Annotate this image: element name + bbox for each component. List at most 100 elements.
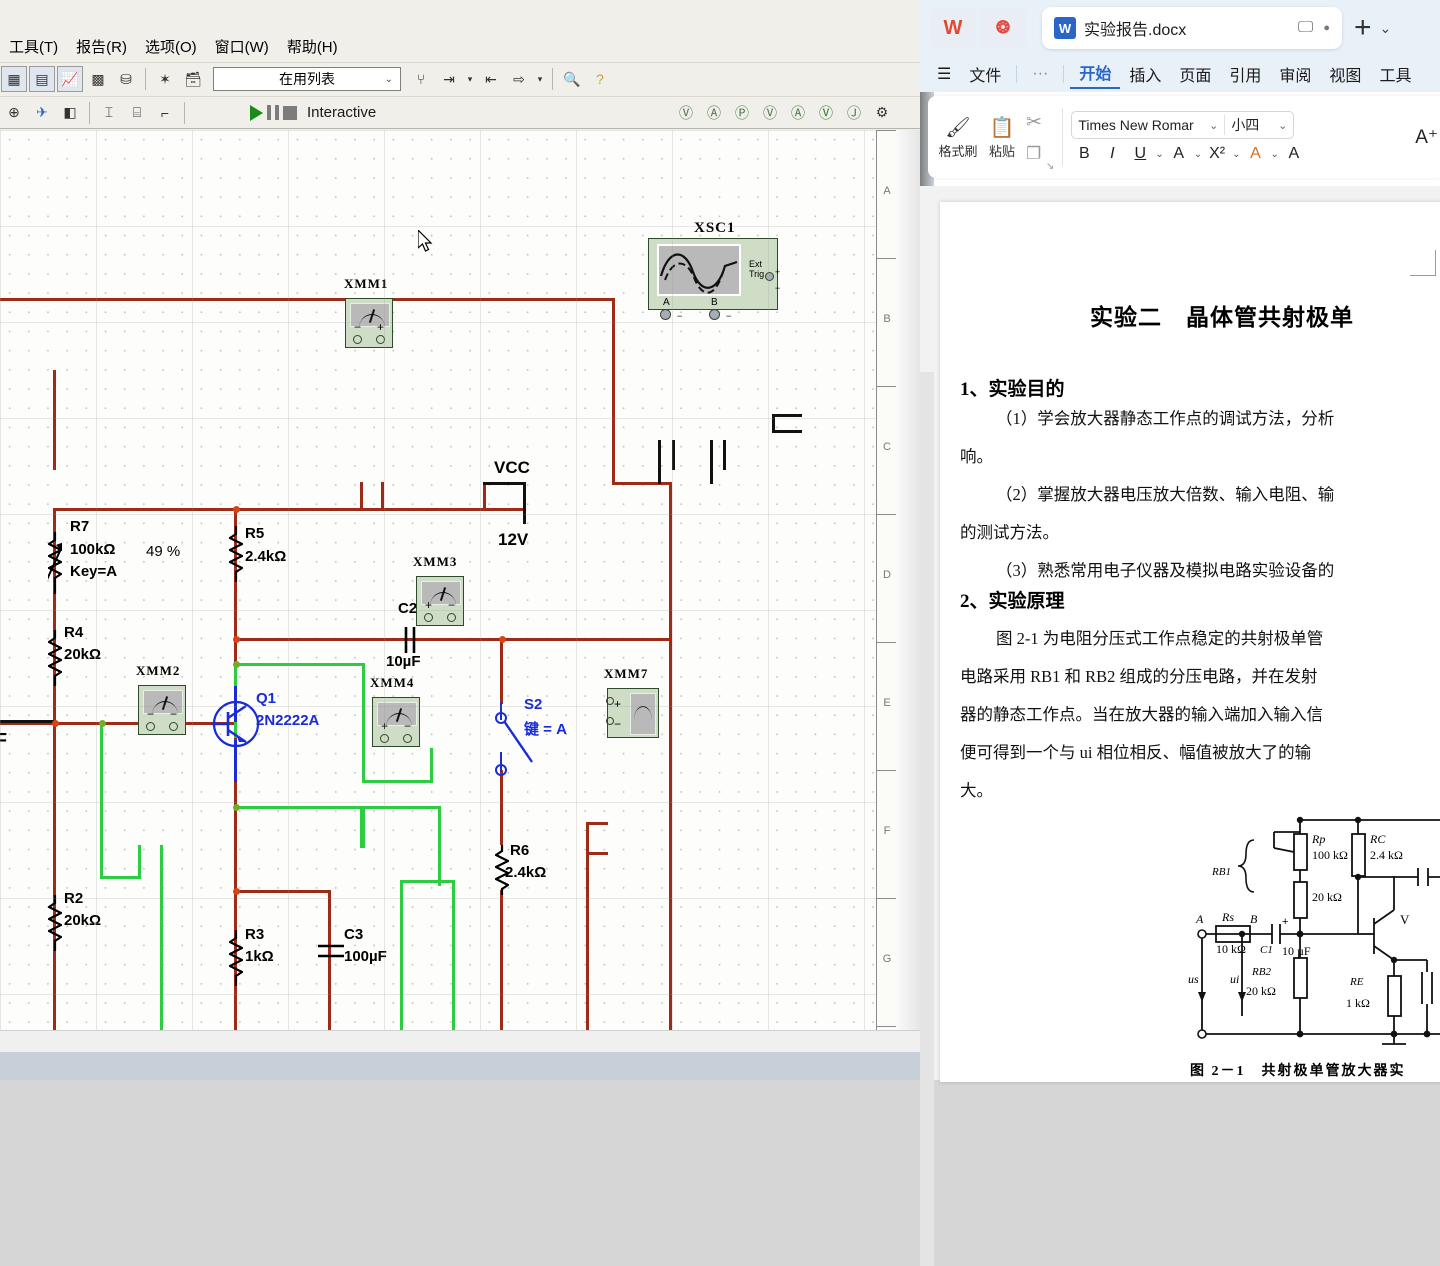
highlight-color-button[interactable]: A xyxy=(1281,145,1307,163)
font-size-caret-icon: ⌄ xyxy=(1278,119,1288,132)
help-icon[interactable]: ? xyxy=(587,66,613,92)
transfer-icon[interactable]: ⇨ xyxy=(506,66,532,92)
section-heading-2: 2、实验原理 xyxy=(960,591,1065,612)
database-icon[interactable]: 🗃 xyxy=(180,66,206,92)
bold-button[interactable]: B xyxy=(1071,145,1097,163)
component-R3[interactable] xyxy=(229,930,243,986)
instrument-icon[interactable]: ◧ xyxy=(57,100,83,126)
superscript-button[interactable]: X² xyxy=(1204,145,1230,163)
font-name-select[interactable]: Times New Romar ⌄ xyxy=(1072,117,1224,133)
back-annotate-icon[interactable]: ⇥ xyxy=(436,66,462,92)
wps-logo-icon[interactable]: W xyxy=(930,8,976,48)
dropdown-caret-1-icon[interactable]: ▾ xyxy=(464,66,476,92)
tab-view[interactable]: 视图 xyxy=(1320,62,1370,86)
document-tab[interactable]: W 实验报告.docx 🖵 ● xyxy=(1042,7,1342,49)
paragraph-4e: 大。 xyxy=(960,781,993,800)
ic-component-icon[interactable]: ⌶ xyxy=(96,100,122,126)
dropdown-caret-2-icon[interactable]: ▾ xyxy=(534,66,546,92)
menu-more-icon[interactable]: ··· xyxy=(1023,65,1057,83)
new-tab-button[interactable]: + xyxy=(1354,11,1372,45)
menu-item-tools[interactable]: 工具(T) xyxy=(0,34,67,59)
run-simulation-icon[interactable] xyxy=(250,104,263,121)
current-probe-icon[interactable]: Ⓐ xyxy=(701,100,727,126)
instrument-XMM1[interactable]: − + xyxy=(345,298,393,348)
instrument-XSC1[interactable]: Ext Trig + − A − B − xyxy=(648,238,780,321)
differential-current-probe-icon[interactable]: Ⓐ xyxy=(785,100,811,126)
label-Q1-value: 2N2222A xyxy=(256,712,320,729)
parts-list-icon[interactable]: ⛁ xyxy=(113,66,139,92)
italic-button[interactable]: I xyxy=(1099,145,1125,163)
tab-reference[interactable]: 引用 xyxy=(1220,62,1270,86)
wps-writer-window: W ❂ W 实验报告.docx 🖵 ● + ⌄ ☰ 文件 ··· 开始 插入 页… xyxy=(920,0,1440,1266)
component-C3[interactable] xyxy=(318,938,346,973)
hierarchy-icon[interactable]: ⌸ xyxy=(124,100,150,126)
measurement-probe-icon[interactable]: ⊕ xyxy=(1,100,27,126)
component-R7[interactable] xyxy=(48,532,62,594)
instrument-XMM3[interactable]: + − xyxy=(416,576,464,626)
pinyin-guide-button[interactable]: A xyxy=(1166,145,1192,163)
menu-item-help[interactable]: 帮助(H) xyxy=(278,34,347,59)
instrument-XMM4[interactable]: + − xyxy=(372,697,420,747)
tab-start[interactable]: 开始 xyxy=(1070,60,1121,89)
pinyin-caret-icon[interactable]: ⌄ xyxy=(1194,149,1202,160)
probe-settings-gear-icon[interactable]: ⚙ xyxy=(869,100,895,126)
new-symbol-icon[interactable]: ✶ xyxy=(152,66,178,92)
forward-annotate-icon[interactable]: ⇤ xyxy=(478,66,504,92)
clipboard-group: 🖌 格式刷 📋 粘贴 ✂ ❐ ↘ xyxy=(928,96,1062,178)
design-toolbox-icon[interactable]: ▤ xyxy=(29,66,55,92)
power-probe-icon[interactable]: Ⓟ xyxy=(729,100,755,126)
underline-caret-icon[interactable]: ⌄ xyxy=(1155,149,1163,160)
font-size-select[interactable]: 小四 ⌄ xyxy=(1225,115,1293,135)
instrument-XMM2[interactable]: − − xyxy=(138,685,186,735)
grow-font-button[interactable]: A⁺ xyxy=(1415,126,1438,149)
clipboard-dialog-launcher-icon[interactable]: ↘ xyxy=(1046,161,1054,172)
component-Q1[interactable] xyxy=(212,700,260,753)
grapher-icon[interactable]: 📈 xyxy=(57,66,83,92)
canvas-horizontal-scrollbar[interactable] xyxy=(0,1030,920,1052)
present-monitor-icon[interactable]: 🖵 xyxy=(1298,19,1313,37)
canvas-vertical-scrollbar[interactable] xyxy=(896,130,920,1030)
document-page[interactable]: 实验二 晶体管共射极单 1、实验目的 （1）学会放大器静态工作点的调试方法，分析… xyxy=(940,202,1440,1082)
component-R5[interactable] xyxy=(229,526,243,582)
check-rules-icon[interactable]: ⑂ xyxy=(408,66,434,92)
paste-button[interactable]: 📋 粘贴 xyxy=(980,115,1024,160)
font-name-value: Times New Romar xyxy=(1078,117,1194,133)
hamburger-menu-icon[interactable]: ☰ xyxy=(928,64,960,84)
figure-node-A: A xyxy=(1196,912,1204,926)
pause-simulation-icon[interactable] xyxy=(267,105,279,120)
differential-voltage-probe-icon[interactable]: Ⓥ xyxy=(757,100,783,126)
tab-tools[interactable]: 工具 xyxy=(1370,62,1420,86)
format-painter-button[interactable]: 🖌 格式刷 xyxy=(936,115,980,160)
voltage-probe-icon[interactable]: Ⓥ xyxy=(673,100,699,126)
digital-probe-icon[interactable]: Ⓙ xyxy=(841,100,867,126)
component-R4[interactable] xyxy=(48,630,62,686)
font-color-button[interactable]: A xyxy=(1242,145,1268,163)
menu-file[interactable]: 文件 xyxy=(960,62,1010,86)
document-vertical-scrollbar[interactable] xyxy=(920,372,934,1266)
labview-icon[interactable]: ✈ xyxy=(29,100,55,126)
cut-icon[interactable]: ✂ xyxy=(1026,111,1042,134)
schematic-canvas[interactable]: VCC 12V R7 100kΩ Key=A 49 % R4 20kΩ R5 2… xyxy=(0,130,876,1030)
copy-icon[interactable]: ❐ xyxy=(1026,144,1042,164)
zoom-icon[interactable]: 🔍 xyxy=(559,66,585,92)
menu-item-reports[interactable]: 报告(R) xyxy=(67,34,136,59)
tab-review[interactable]: 审阅 xyxy=(1270,62,1320,86)
stop-simulation-icon[interactable] xyxy=(283,105,297,120)
menu-item-window[interactable]: 窗口(W) xyxy=(206,34,278,59)
pulse-source-icon[interactable]: ⌐ xyxy=(152,100,178,126)
font-color-caret-icon[interactable]: ⌄ xyxy=(1270,149,1278,160)
component-list-combo[interactable]: 在用列表 ⌄ xyxy=(213,67,401,91)
tab-insert[interactable]: 插入 xyxy=(1120,62,1170,86)
reference-voltage-probe-icon[interactable]: Ⓥ xyxy=(813,100,839,126)
tab-page[interactable]: 页面 xyxy=(1170,62,1220,86)
wps-ai-icon[interactable]: ❂ xyxy=(980,8,1026,48)
component-R2[interactable] xyxy=(48,895,62,951)
underline-button[interactable]: U xyxy=(1127,145,1153,163)
document-area: 实验二 晶体管共射极单 1、实验目的 （1）学会放大器静态工作点的调试方法，分析… xyxy=(920,186,1440,1266)
tab-list-caret-icon[interactable]: ⌄ xyxy=(1380,20,1392,37)
instrument-XMM7[interactable]: + − xyxy=(606,688,659,738)
superscript-caret-icon[interactable]: ⌄ xyxy=(1232,149,1240,160)
menu-item-options[interactable]: 选项(O) xyxy=(136,34,206,59)
calculator-icon[interactable]: ▩ xyxy=(85,66,111,92)
spreadsheet-view-icon[interactable]: ▦ xyxy=(1,66,27,92)
